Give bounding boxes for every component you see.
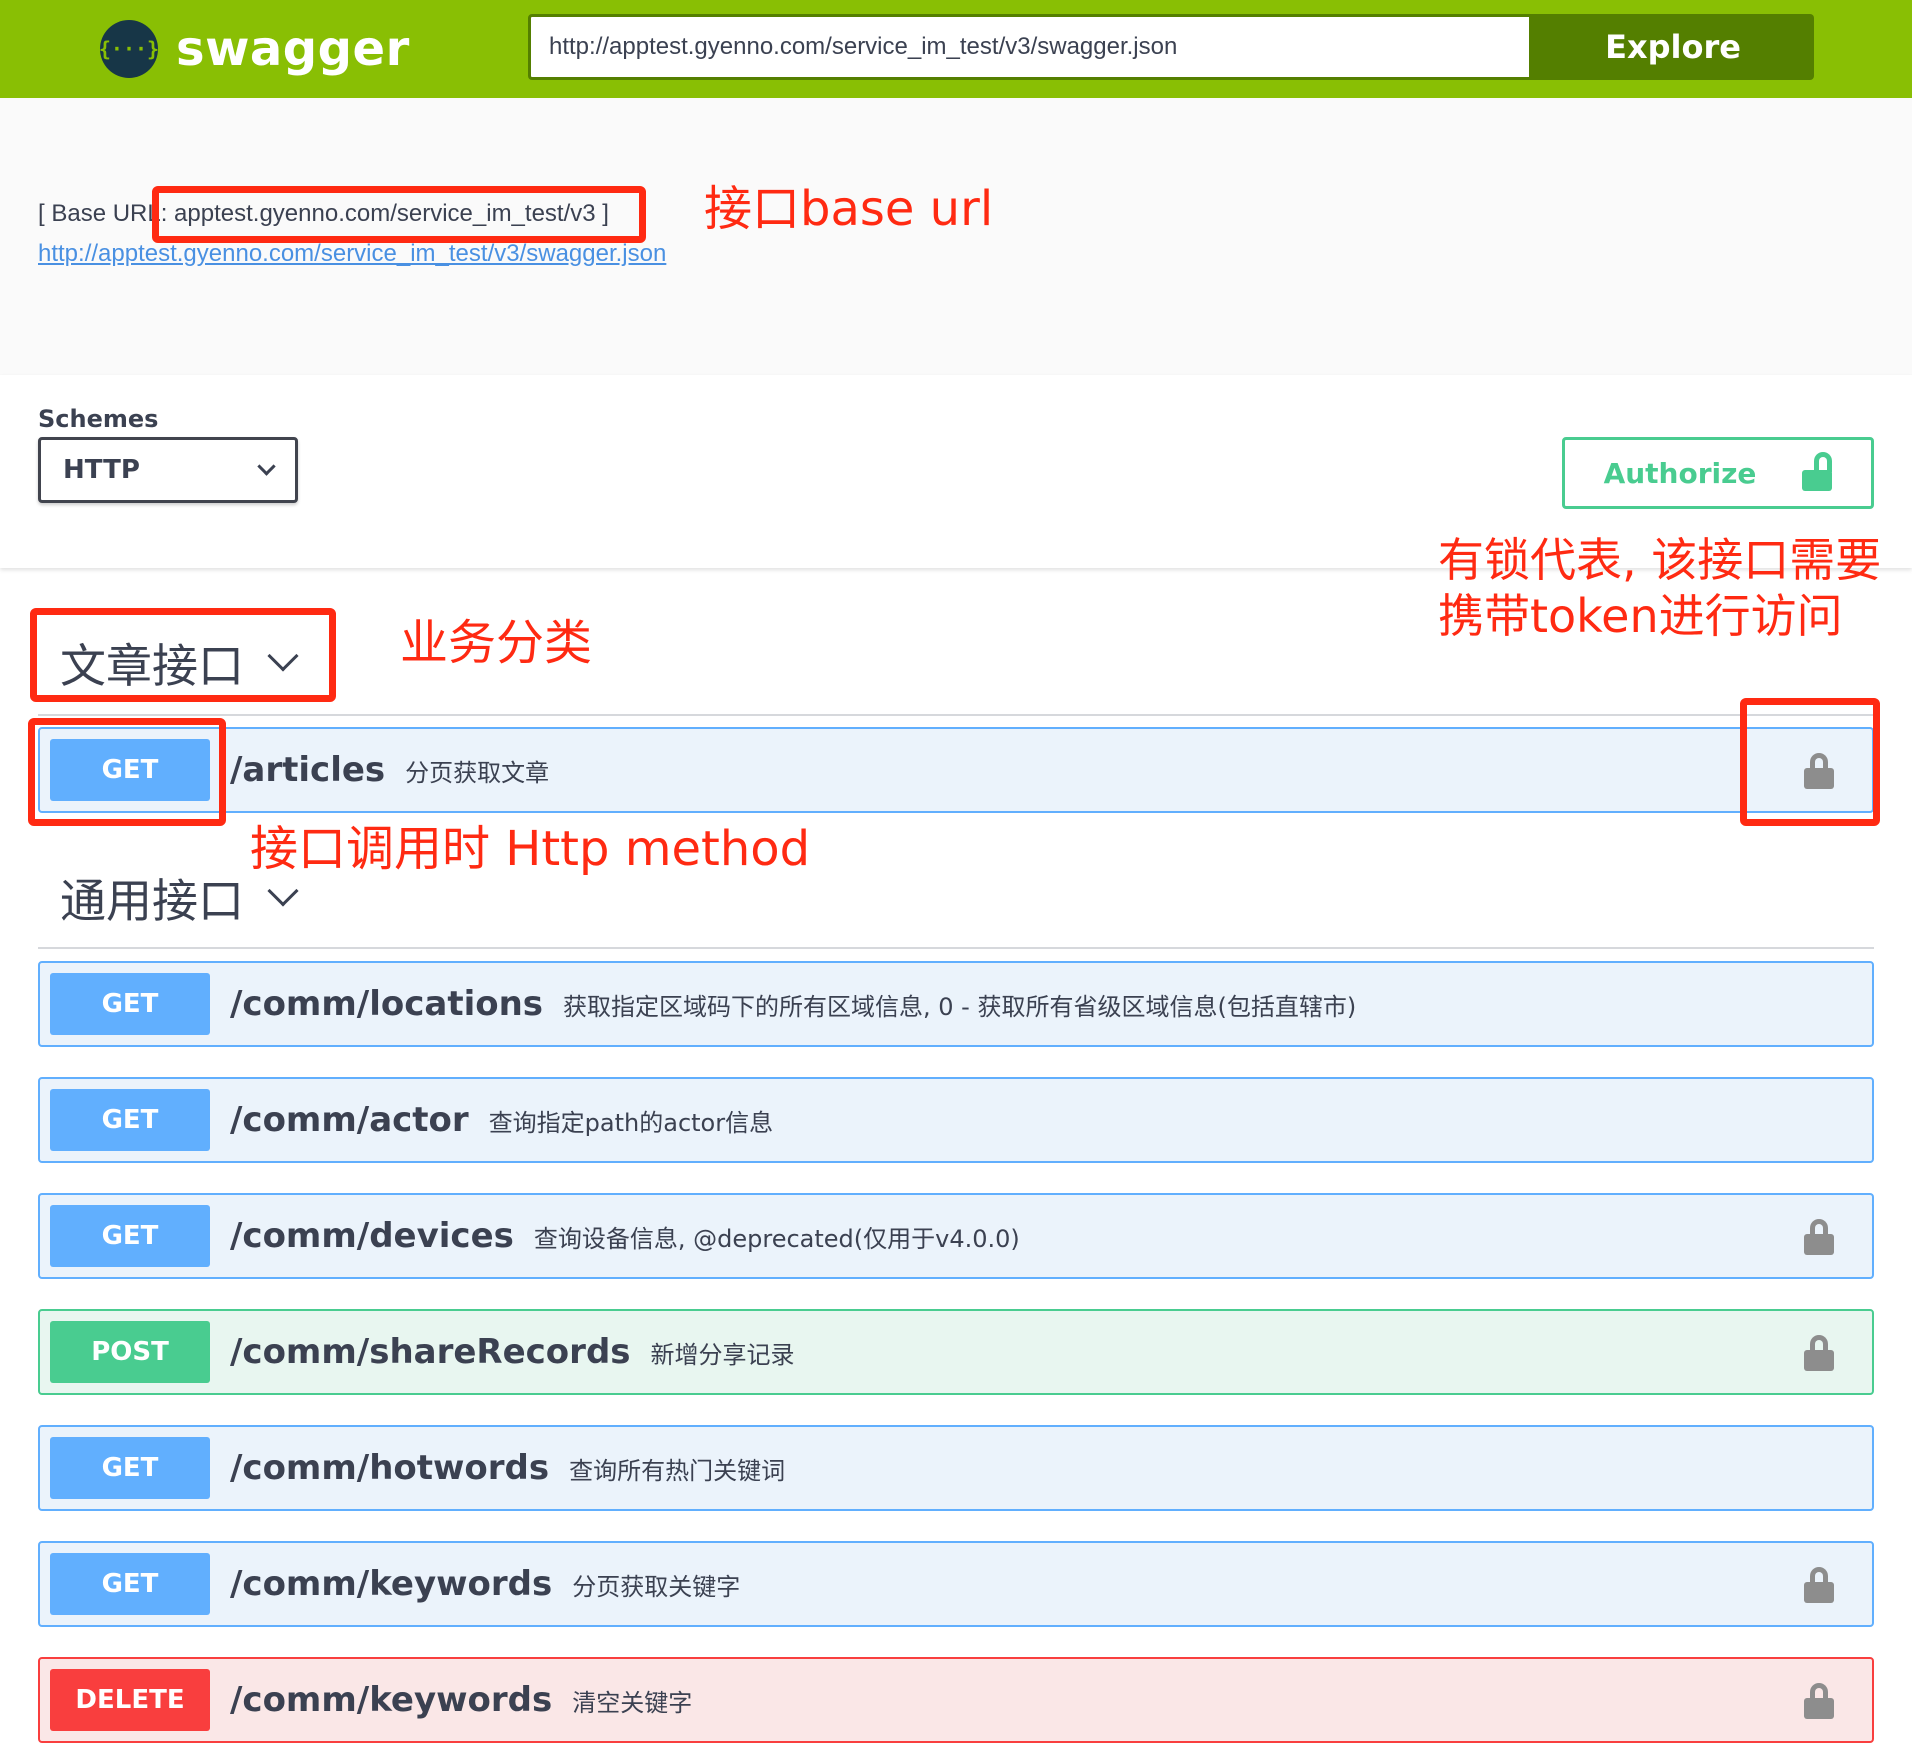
authorize-label: Authorize <box>1603 456 1757 490</box>
swagger-logo[interactable]: {···} swagger <box>99 20 410 78</box>
annotation-method: 接口调用时 Http method <box>250 821 811 877</box>
authorize-button[interactable]: Authorize <box>1562 437 1874 509</box>
tag-divider <box>38 947 1874 949</box>
method-badge: GET <box>50 973 210 1035</box>
tag-divider <box>38 714 1874 716</box>
annotation-category: 业务分类 <box>400 615 593 671</box>
spec-url-input[interactable] <box>528 14 1532 80</box>
method-badge: POST <box>50 1321 210 1383</box>
swagger-logo-icon: {···} <box>99 20 159 78</box>
operation-row[interactable]: GET /comm/hotwords 查询所有热门关键词 <box>38 1425 1874 1511</box>
operation-path: /articles <box>230 750 386 790</box>
operation-row[interactable]: POST /comm/shareRecords 新增分享记录 <box>38 1309 1874 1395</box>
operation-path: /comm/hotwords <box>230 1448 550 1488</box>
operation-row[interactable]: DELETE /comm/keywords 清空关键字 <box>38 1657 1874 1743</box>
operation-summary: 分页获取关键字 <box>572 1572 741 1601</box>
lock-icon[interactable] <box>1804 1335 1834 1371</box>
operation-row[interactable]: GET /articles 分页获取文章 <box>38 727 1874 813</box>
spec-link[interactable]: http://apptest.gyenno.com/service_im_tes… <box>38 240 666 268</box>
operation-summary: 查询所有热门关键词 <box>569 1456 786 1485</box>
explore-button[interactable]: Explore <box>1532 14 1814 80</box>
operation-summary: 获取指定区域码下的所有区域信息, 0 - 获取所有省级区域信息(包括直辖市) <box>563 992 1357 1021</box>
operation-path: /comm/keywords <box>230 1564 553 1604</box>
method-badge: DELETE <box>50 1669 210 1731</box>
topbar: {···} swagger Explore <box>0 0 1912 98</box>
unlock-icon <box>1802 452 1833 491</box>
operation-summary: 清空关键字 <box>572 1688 693 1717</box>
operation-summary: 查询设备信息, @deprecated(仅用于v4.0.0) <box>533 1224 1020 1253</box>
tag-name: 通用接口 <box>60 874 244 928</box>
lock-icon[interactable] <box>1804 1567 1834 1603</box>
annotation-box-method <box>28 718 226 826</box>
annotation-box-base-url <box>152 186 646 243</box>
method-badge: GET <box>50 1437 210 1499</box>
chevron-down-icon <box>267 875 299 907</box>
lock-icon[interactable] <box>1804 1683 1834 1719</box>
annotation-box-category <box>30 608 336 702</box>
operation-row[interactable]: GET /comm/locations 获取指定区域码下的所有区域信息, 0 -… <box>38 961 1874 1047</box>
annotation-box-lock <box>1740 698 1880 826</box>
method-badge: GET <box>50 1089 210 1151</box>
operation-row[interactable]: GET /comm/actor 查询指定path的actor信息 <box>38 1077 1874 1163</box>
chevron-down-icon <box>257 456 276 476</box>
schemes-selected-value: HTTP <box>63 455 140 485</box>
method-badge: GET <box>50 1553 210 1615</box>
operation-path: /comm/keywords <box>230 1680 553 1720</box>
operation-summary: 新增分享记录 <box>650 1340 795 1369</box>
lock-icon[interactable] <box>1804 1219 1834 1255</box>
method-badge: GET <box>50 1205 210 1267</box>
schemes-label: Schemes <box>38 405 159 433</box>
operation-path: /comm/actor <box>230 1100 469 1140</box>
schemes-select[interactable]: HTTP <box>38 437 298 503</box>
operation-row[interactable]: GET /comm/keywords 分页获取关键字 <box>38 1541 1874 1627</box>
annotation-lock-line2: 携带token进行访问 <box>1438 589 1843 643</box>
operation-path: /comm/shareRecords <box>230 1332 631 1372</box>
operation-summary: 查询指定path的actor信息 <box>488 1108 774 1137</box>
annotation-lock-line1: 有锁代表, 该接口需要 <box>1438 533 1882 587</box>
operation-path: /comm/devices <box>230 1216 514 1256</box>
operation-summary: 分页获取文章 <box>405 758 550 787</box>
operation-path: /comm/locations <box>230 984 544 1024</box>
annotation-base-url: 接口base url <box>704 181 994 237</box>
operation-row[interactable]: GET /comm/devices 查询设备信息, @deprecated(仅用… <box>38 1193 1874 1279</box>
logo-text: swagger <box>176 21 410 77</box>
